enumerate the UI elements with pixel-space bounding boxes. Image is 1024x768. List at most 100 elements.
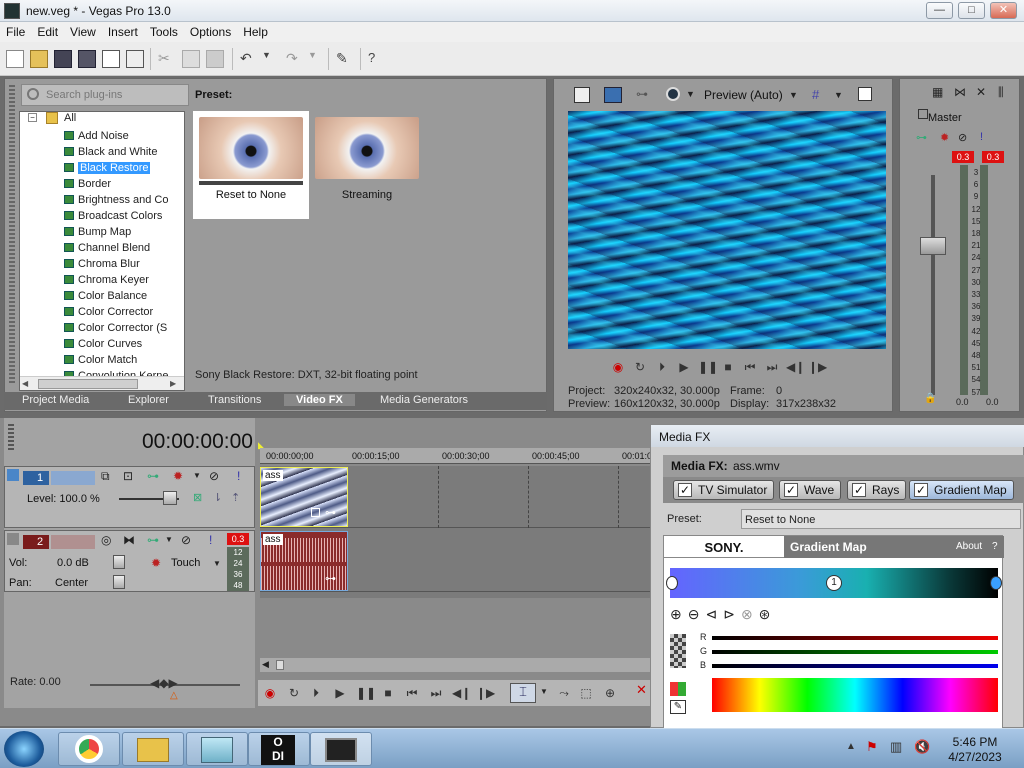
track-name-field[interactable] [51, 535, 95, 549]
event-fx-icon[interactable]: ⊶ [325, 506, 336, 519]
mixer-dim-icon[interactable]: ✕ [976, 85, 986, 99]
collapse-icon[interactable]: − [28, 113, 37, 122]
show-hidden-icons-icon[interactable]: ▲ [846, 741, 856, 752]
plugin-item[interactable]: Color Corrector [64, 304, 153, 320]
plugin-item[interactable]: Black Restore [64, 160, 151, 176]
fx-preset-dropdown[interactable]: Reset to None [741, 509, 1021, 529]
track-motion-dropdown-icon[interactable]: ▼ [193, 471, 201, 480]
track-fx-icon[interactable]: ⊶ [147, 469, 159, 483]
lock-icon[interactable]: 🔒 [924, 393, 936, 404]
explorer-taskbar-button[interactable] [122, 732, 184, 766]
compositing-mode-icon[interactable]: ⧉ [101, 469, 110, 484]
vegas-taskbar-button[interactable] [310, 732, 372, 766]
master-mute-icon[interactable]: ⊘ [958, 131, 967, 144]
start-button-icon[interactable] [4, 731, 44, 767]
automation-mode[interactable]: Touch [171, 557, 200, 569]
track-fx-dropdown-icon[interactable]: ▼ [165, 535, 173, 544]
tab-media-generators[interactable]: Media Generators [380, 394, 468, 406]
time-ruler[interactable]: 00:00:00;00 00:00:15;00 00:00:30;00 00:0… [260, 448, 652, 464]
go-to-end-icon[interactable]: ⏭ [428, 685, 444, 701]
gradient-stop-start[interactable] [666, 576, 678, 590]
track-properties-icon[interactable]: ⧓ [123, 533, 135, 547]
panel-grip[interactable] [9, 85, 15, 385]
mute-icon[interactable]: ⊘ [181, 533, 191, 547]
previous-frame-icon[interactable]: ◀❙ [452, 685, 471, 701]
track-name-field[interactable] [51, 471, 95, 485]
redo-icon[interactable]: ↷ [286, 50, 304, 68]
next-frame-icon[interactable]: ❙▶ [808, 359, 827, 375]
pan-crop-icon[interactable] [311, 508, 320, 517]
event-fx-icon[interactable]: ⊶ [325, 572, 336, 585]
fx-gradient-map[interactable]: ✓ Gradient Map [909, 480, 1014, 500]
play-from-start-icon[interactable]: ⏵ [654, 359, 670, 375]
arm-record-icon[interactable]: ◎ [101, 533, 111, 547]
volume-slider-knob[interactable] [113, 555, 125, 569]
next-frame-icon[interactable]: ❙▶ [476, 685, 495, 701]
normal-edit-tool-icon[interactable]: ⌶ [510, 683, 536, 703]
gradient-stop-end[interactable] [990, 576, 1002, 590]
record-icon[interactable]: ◉ [610, 359, 626, 375]
pause-icon[interactable]: ❚❚ [356, 685, 376, 701]
overlays-icon[interactable] [666, 87, 680, 101]
menu-insert[interactable]: Insert [102, 22, 144, 39]
expand-keyframes-icon[interactable]: ⊠ [193, 491, 202, 504]
fx-tv-simulator[interactable]: ✓ TV Simulator [673, 480, 775, 500]
record-icon[interactable]: ◉ [262, 685, 278, 701]
close-button[interactable]: ✕ [990, 2, 1017, 19]
scroll-left-icon[interactable]: ◀ [22, 379, 28, 388]
menu-file[interactable]: File [0, 22, 31, 39]
video-clip[interactable]: ass ⊶ [260, 467, 348, 527]
checkmark-icon[interactable]: ✓ [784, 483, 798, 497]
gradient-bar[interactable]: 1 [666, 568, 1002, 598]
preview-properties-icon[interactable] [574, 87, 590, 103]
make-compositing-child-icon[interactable]: ⇡ [231, 491, 240, 504]
network-icon[interactable]: ▥ [890, 739, 902, 755]
go-to-start-icon[interactable]: ⏮ [742, 359, 758, 375]
plugin-item[interactable]: Color Balance [64, 288, 147, 304]
plugin-item[interactable]: Color Match [64, 352, 137, 368]
cut-icon[interactable]: ✂ [158, 50, 176, 68]
move-left-icon[interactable]: ⊲ [705, 606, 723, 622]
zoom-tool-icon[interactable]: ⊕ [602, 685, 618, 701]
plugin-item[interactable]: Border [64, 176, 111, 192]
preview-quality-dropdown[interactable]: Preview (Auto) [704, 88, 783, 102]
plugin-item[interactable]: Chroma Blur [64, 256, 140, 272]
plugin-item[interactable]: Black and White [64, 144, 157, 160]
eyedropper-icon[interactable]: ✎ [670, 700, 686, 714]
menu-options[interactable]: Options [184, 22, 237, 39]
tab-project-media[interactable]: Project Media [22, 394, 89, 406]
menu-view[interactable]: View [64, 22, 102, 39]
edit-tool-icon[interactable]: ✎ [336, 50, 354, 68]
rate-slider-knob[interactable]: ◀◆▶ [150, 676, 178, 690]
preset-reset-to-none[interactable]: Reset to None [193, 111, 309, 219]
grid-dropdown-icon[interactable]: ▼ [834, 90, 843, 100]
redo-dropdown-icon[interactable]: ▼ [308, 50, 326, 68]
plugin-item[interactable]: Broadcast Colors [64, 208, 162, 224]
master-fader-knob[interactable] [920, 237, 946, 255]
tree-horizontal-scrollbar[interactable]: ◀ ▶ [20, 376, 184, 390]
color-model-icon[interactable] [670, 682, 686, 696]
undo-dropdown-icon[interactable]: ▼ [262, 50, 280, 68]
plugin-item[interactable]: Channel Blend [64, 240, 150, 256]
about-link[interactable]: About [956, 541, 982, 552]
master-properties-icon[interactable] [918, 109, 928, 119]
minimize-button[interactable]: — [926, 2, 953, 19]
tab-explorer[interactable]: Explorer [128, 394, 169, 406]
timeline-grip[interactable] [8, 424, 14, 450]
track-motion-icon[interactable]: ✹ [173, 469, 183, 483]
tree-vertical-scrollbar[interactable]: ▲ ▼ [184, 112, 185, 376]
menu-edit[interactable]: Edit [31, 22, 64, 39]
render-as-icon[interactable] [102, 50, 120, 68]
copy-icon[interactable] [182, 50, 200, 68]
tab-video-fx[interactable]: Video FX [284, 394, 355, 406]
preview-quality-chevron-icon[interactable]: ▼ [789, 90, 798, 100]
play-icon[interactable]: ▶ [676, 359, 692, 375]
green-slider[interactable] [712, 650, 998, 654]
automation-icon[interactable]: ✹ [151, 556, 161, 570]
remove-stop-icon[interactable]: ⊖ [688, 606, 706, 622]
save-as-icon[interactable] [78, 50, 96, 68]
selection-tool-icon[interactable]: ⬚ [578, 685, 594, 701]
tree-root-all[interactable]: All [64, 112, 76, 124]
disabled-stop-icon[interactable]: ⊗ [741, 606, 759, 622]
plugin-item[interactable]: Bump Map [64, 224, 131, 240]
